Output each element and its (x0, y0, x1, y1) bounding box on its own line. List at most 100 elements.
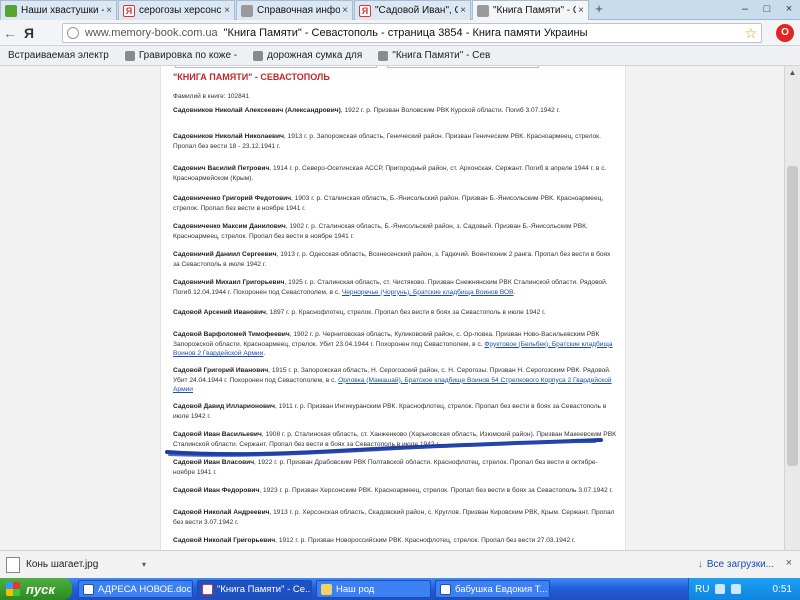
site-icon (253, 50, 264, 61)
start-button[interactable]: пуск (0, 578, 72, 600)
person-name: Садовнич Василий Петрович (173, 165, 270, 172)
list-item: Садовников Николай Николаевич, 1913 г. р… (173, 132, 617, 151)
task-label: бабушка Евдокия Т... (455, 583, 548, 595)
site-icon (124, 50, 135, 61)
bookmark-item[interactable]: Гравировка по коже - (117, 50, 245, 61)
window-close-icon[interactable]: × (778, 0, 800, 20)
list-item: Садовой Арсений Иванович, 1897 г. р. Кра… (173, 308, 617, 318)
all-downloads-link[interactable]: ↓ Все загрузки... (698, 559, 774, 570)
yandex-logo-icon[interactable]: Я (20, 25, 38, 41)
back-arrow-icon[interactable]: ← (0, 25, 20, 41)
person-name: Садовой Николай Григорьевич (173, 537, 276, 544)
bookmark-item[interactable]: Встраиваемая электр (0, 50, 117, 61)
details-tail: . (263, 350, 266, 358)
cemetery-link[interactable]: Черноречье (Чоргунь), Братские кладбища … (342, 289, 514, 296)
volume-icon[interactable] (731, 584, 742, 594)
start-label: пуск (26, 581, 55, 597)
tab-label: Наши хвастушки - 2 (21, 5, 105, 16)
all-downloads-label: Все загрузки... (706, 559, 774, 570)
tab-kniga-pamyati[interactable]: "Книга Памяти" - Севас × (472, 0, 589, 20)
tab-label: "Садовой Иван", Садов (375, 5, 458, 16)
page-title: "КНИГА ПАМЯТИ" - СЕВАСТОПОЛЬ (173, 72, 330, 82)
surname-count: Фамилий в книге: 102841 (173, 93, 249, 100)
address-bar[interactable]: www.memory-book.com.ua "Книга Памяти" - … (62, 23, 762, 43)
globe-icon (67, 27, 79, 39)
list-item: Садовой Варфоломей Тимофеевич, 1902 г. р… (173, 330, 617, 359)
bookmark-item[interactable]: дорожная сумка для (245, 50, 370, 61)
taskbar: пуск АДРЕСА НОВОЕ.doc ... "Книга Памяти"… (0, 578, 800, 600)
list-item: Садовой Давид Илларионович, 1911 г. р. П… (173, 402, 617, 421)
tab-nashi-khvastushki[interactable]: Наши хвастушки - 2 × (0, 0, 117, 20)
download-filename: Конь шагает.jpg (26, 559, 99, 570)
network-icon[interactable] (715, 584, 726, 594)
tab-sadovoy-ivan[interactable]: Я "Садовой Иван", Садов × (354, 0, 471, 20)
task-label: Наш род (336, 583, 375, 595)
downloads-bar: Конь шагает.jpg ▾ ↓ Все загрузки... × (0, 550, 800, 578)
word-icon (83, 583, 94, 595)
file-icon (6, 556, 20, 573)
person-details: , 1922 г. р. Призван Воловским РВК Курск… (340, 107, 561, 114)
close-icon[interactable]: × (578, 5, 584, 16)
person-name: Садовниченко Григорий Федотович (173, 195, 292, 202)
bookmark-label: дорожная сумка для (267, 50, 363, 61)
person-details: , 1897 г. р. Краснофлотец, стрелок. Проп… (265, 309, 546, 316)
person-name: Садовой Варфоломей Тимофеевич (173, 331, 290, 338)
close-icon[interactable]: × (224, 5, 230, 16)
page-viewport: "КНИГА ПАМЯТИ" - СЕВАСТОПОЛЬ Фамилий в к… (0, 66, 800, 550)
address-page-title: "Книга Памяти" - Севастополь - страница … (223, 27, 588, 39)
scroll-thumb[interactable] (787, 166, 798, 466)
list-item: Садовников Николай Алексеевич (Александр… (173, 106, 617, 116)
taskbar-item-babushka[interactable]: бабушка Евдокия Т... (435, 580, 550, 598)
taskbar-item-nash-rod[interactable]: Наш род (316, 580, 431, 598)
scroll-up-icon[interactable]: ▲ (785, 66, 800, 80)
person-name: Садовой Григорий Иванович (173, 367, 269, 374)
person-name: Садовой Давид Илларионович (173, 403, 275, 410)
search-field-secondary[interactable] (387, 66, 539, 68)
count-label: Фамилий в книге: (173, 93, 226, 100)
person-details: , 1923 г. р. Призван Херсонским РВК. Кра… (259, 487, 613, 494)
yandex-icon: Я (359, 4, 371, 17)
task-label: "Книга Памяти" - Се... (217, 583, 312, 595)
person-details: , 1912 г. р. Призван Новороссийским РВК.… (275, 537, 576, 544)
word-icon (440, 583, 451, 595)
bookmarks-bar: Встраиваемая электр Гравировка по коже -… (0, 46, 800, 66)
address-domain: www.memory-book.com.ua (85, 27, 218, 39)
clock: 0:51 (772, 583, 792, 595)
close-icon[interactable]: × (342, 5, 348, 16)
taskbar-item-kniga[interactable]: "Книга Памяти" - Се... (197, 580, 312, 598)
close-icon[interactable]: × (786, 557, 792, 569)
tab-label: Справочная информаци (257, 5, 341, 16)
content-column: "КНИГА ПАМЯТИ" - СЕВАСТОПОЛЬ Фамилий в к… (160, 66, 626, 550)
person-name: Садовой Иван Васильевич (173, 431, 262, 438)
new-tab-button[interactable]: + (590, 0, 608, 20)
tab-serogozy[interactable]: Я серогозы херсонская о × (118, 0, 235, 20)
bookmark-item[interactable]: "Книга Памяти" - Сев (370, 50, 498, 61)
list-item: Садовой Николай Григорьевич, 1912 г. р. … (173, 536, 617, 546)
list-item: Садовничий Михаил Григорьевич, 1925 г. р… (173, 278, 617, 297)
site-icon (477, 4, 489, 17)
site-icon (378, 50, 389, 61)
tab-spravochnaya[interactable]: Справочная информаци × (236, 0, 353, 20)
person-name: Садовой Арсений Иванович (173, 309, 266, 316)
list-item: Садовой Иван Васильевич, 1908 г. р. Стал… (173, 430, 617, 449)
close-icon[interactable]: × (106, 5, 112, 16)
yandex-icon: Я (123, 4, 135, 17)
tab-label: серогозы херсонская о (139, 5, 222, 16)
list-item: Садовой Григорий Иванович, 1915 г. р. За… (173, 366, 617, 395)
list-item: Садовничий Даниил Сергеевич, 1913 г. р. … (173, 250, 617, 269)
chevron-down-icon[interactable]: ▾ (142, 560, 146, 569)
download-item[interactable]: Конь шагает.jpg ▾ (6, 555, 146, 575)
language-indicator[interactable]: RU (695, 584, 709, 595)
taskbar-item-adresa[interactable]: АДРЕСА НОВОЕ.doc ... (78, 580, 193, 598)
minimize-icon[interactable]: – (734, 0, 756, 20)
yandex-icon (202, 583, 213, 595)
close-icon[interactable]: × (460, 5, 466, 16)
person-name: Садовой Иван Федорович (173, 487, 260, 494)
maximize-icon[interactable]: □ (756, 0, 778, 20)
bookmark-star-icon[interactable]: ☆ (744, 25, 757, 42)
download-arrow-icon: ↓ (697, 559, 703, 570)
search-field[interactable] (175, 66, 377, 68)
stop-icon[interactable]: O (776, 24, 794, 42)
page-scrollbar[interactable]: ▲ (784, 66, 800, 550)
header-fields (161, 66, 627, 70)
